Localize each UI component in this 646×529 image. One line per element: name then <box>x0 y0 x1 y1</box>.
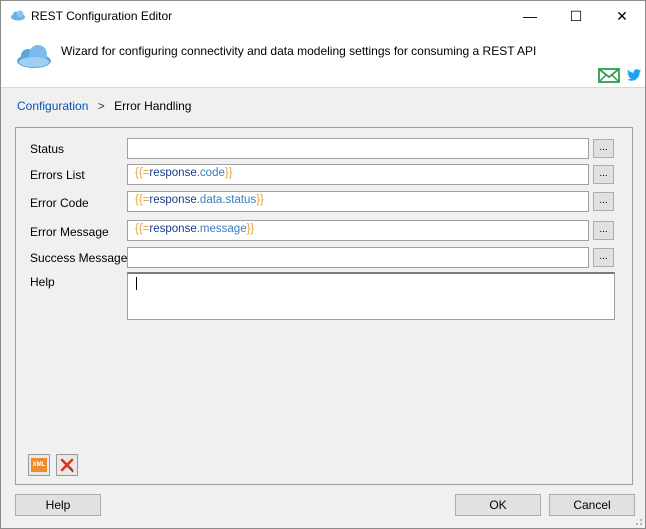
delete-icon <box>60 458 74 473</box>
errors-list-ellipsis-button[interactable]: ... <box>593 165 614 184</box>
wizard-header: Wizard for configuring connectivity and … <box>1 31 645 88</box>
breadcrumb-separator: > <box>97 99 105 113</box>
close-button[interactable]: ✕ <box>599 1 645 31</box>
error-code-input[interactable]: {{=response.data.status}} <box>127 191 589 212</box>
twitter-icon[interactable] <box>626 67 642 83</box>
maximize-icon: ☐ <box>569 7 583 24</box>
success-message-label: Success Message <box>30 251 128 265</box>
success-message-ellipsis-button[interactable]: ... <box>593 248 614 267</box>
error-message-label: Error Message <box>30 225 109 239</box>
help-label: Help <box>30 275 55 289</box>
maximize-button[interactable]: ☐ <box>553 1 599 31</box>
close-icon: ✕ <box>616 7 628 24</box>
xml-button[interactable]: XML <box>28 454 50 476</box>
help-textarea[interactable] <box>127 272 615 320</box>
status-input[interactable] <box>127 138 589 159</box>
errors-list-input[interactable]: {{=response.code}} <box>127 164 589 185</box>
ok-button[interactable]: OK <box>455 494 541 516</box>
window-title: REST Configuration Editor <box>31 9 173 23</box>
text-caret <box>136 277 137 290</box>
success-message-input[interactable] <box>127 247 589 268</box>
error-code-label: Error Code <box>30 196 89 210</box>
error-handling-panel: Status ... Errors List {{=response.code}… <box>15 127 633 485</box>
breadcrumb-current: Error Handling <box>114 99 192 113</box>
title-bar: REST Configuration Editor — ☐ ✕ <box>1 1 645 31</box>
breadcrumb: Configuration > Error Handling <box>17 99 191 113</box>
status-label: Status <box>30 142 65 156</box>
cancel-button[interactable]: Cancel <box>549 494 635 516</box>
status-ellipsis-button[interactable]: ... <box>593 139 614 158</box>
help-button[interactable]: Help <box>15 494 101 516</box>
wizard-subtitle: Wizard for configuring connectivity and … <box>61 44 537 58</box>
minimize-icon: — <box>523 8 537 24</box>
xml-icon: XML <box>31 458 47 472</box>
delete-button[interactable] <box>56 454 78 476</box>
breadcrumb-configuration-link[interactable]: Configuration <box>17 99 88 113</box>
resize-grip-icon[interactable] <box>633 516 643 526</box>
cloud-icon <box>11 10 25 21</box>
error-code-ellipsis-button[interactable]: ... <box>593 192 614 211</box>
error-message-ellipsis-button[interactable]: ... <box>593 221 614 240</box>
error-message-input[interactable]: {{=response.message}} <box>127 220 589 241</box>
rest-configuration-editor-window: REST Configuration Editor — ☐ ✕ Wizard f… <box>0 0 646 529</box>
cloud-icon <box>17 45 51 68</box>
errors-list-label: Errors List <box>30 168 85 182</box>
mail-icon[interactable] <box>598 68 620 83</box>
minimize-button[interactable]: — <box>507 1 553 31</box>
